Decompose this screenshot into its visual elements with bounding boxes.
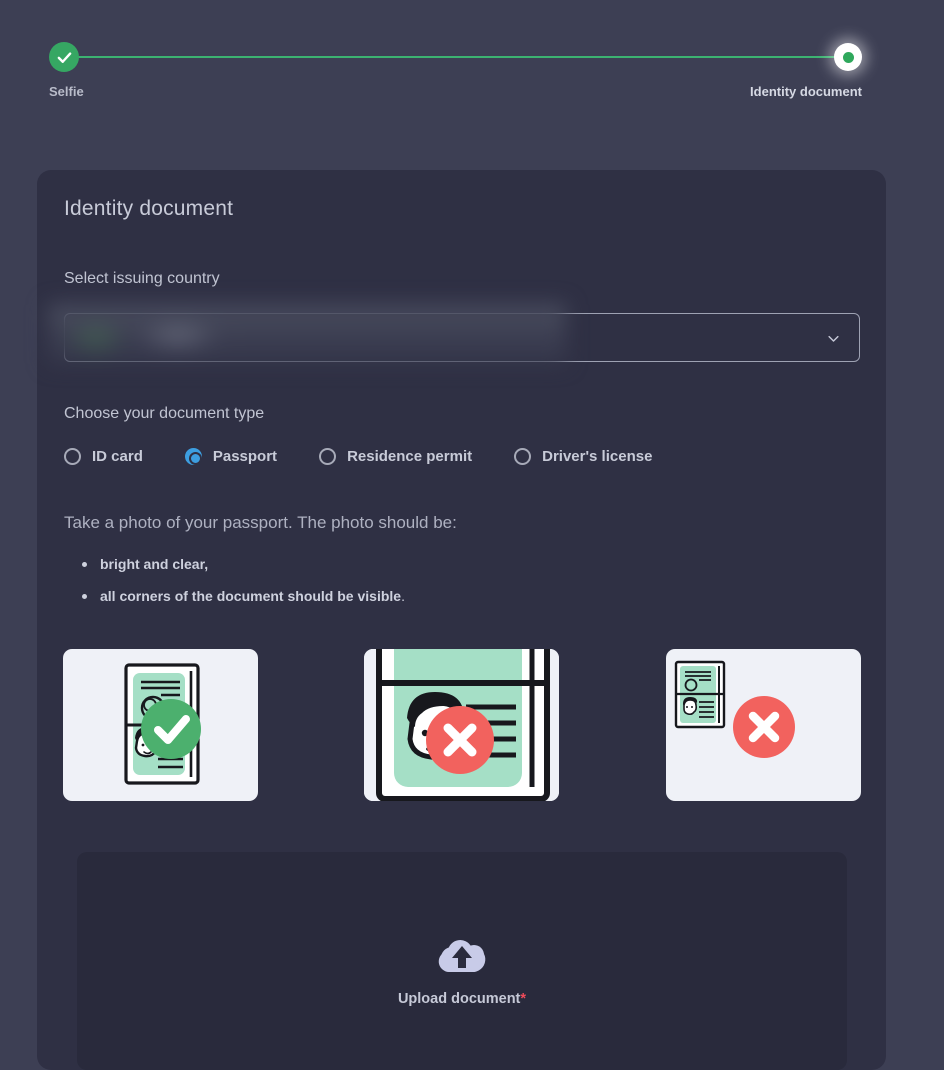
redaction-blur-overlay bbox=[48, 304, 566, 364]
radio-label: Passport bbox=[212, 448, 278, 465]
good-example-illustration bbox=[124, 663, 201, 785]
example-card-too-far bbox=[666, 649, 861, 801]
list-item: bright and clear, bbox=[78, 556, 405, 572]
chevron-down-icon[interactable] bbox=[826, 331, 841, 346]
cloud-upload-icon bbox=[435, 934, 489, 976]
upload-label-text: Upload document bbox=[397, 991, 521, 1007]
bullet-text: bright and clear, bbox=[100, 556, 209, 572]
radio-mark[interactable] bbox=[319, 448, 337, 465]
upload-dropzone[interactable]: Upload document* bbox=[77, 852, 847, 1070]
example-card-too-close bbox=[364, 649, 559, 801]
radio-label: Driver's license bbox=[542, 448, 653, 465]
stepper-label-selfie: Selfie bbox=[49, 84, 84, 99]
dot-icon bbox=[834, 43, 862, 71]
too-far-example-illustration bbox=[674, 660, 795, 758]
radio-option-passport[interactable]: Passport bbox=[184, 448, 278, 465]
document-type-label: Choose your document type bbox=[64, 405, 265, 422]
bullet-text: all corners of the document should be vi… bbox=[100, 588, 402, 604]
radio-mark[interactable] bbox=[64, 448, 81, 465]
stepper-label-identity-document: Identity document bbox=[750, 84, 862, 99]
document-type-radio-group: ID card Passport Residence permit Driver… bbox=[64, 448, 652, 465]
radio-mark-selected[interactable] bbox=[184, 448, 202, 465]
example-card-good bbox=[63, 649, 258, 801]
check-icon bbox=[49, 42, 79, 72]
radio-option-id-card[interactable]: ID card bbox=[64, 448, 143, 465]
radio-mark[interactable] bbox=[514, 448, 532, 465]
radio-label: Residence permit bbox=[347, 448, 473, 465]
list-item: all corners of the document should be vi… bbox=[78, 588, 405, 604]
radio-option-residence-permit[interactable]: Residence permit bbox=[319, 448, 472, 465]
country-field-label: Select issuing country bbox=[64, 270, 220, 287]
dropzone-content: Upload document* bbox=[77, 934, 847, 1007]
progress-stepper: Selfie Identity document bbox=[49, 40, 862, 110]
required-marker: * bbox=[520, 991, 527, 1007]
radio-option-drivers-license[interactable]: Driver's license bbox=[514, 448, 652, 465]
too-close-example-illustration bbox=[376, 649, 550, 801]
issuing-country-select[interactable] bbox=[48, 304, 860, 364]
upload-label: Upload document* bbox=[77, 991, 847, 1007]
instructions-intro: Take a photo of your passport. The photo… bbox=[64, 513, 457, 532]
instructions-list: bright and clear, all corners of the doc… bbox=[78, 556, 405, 620]
example-photos bbox=[63, 649, 861, 801]
radio-label: ID card bbox=[92, 448, 143, 465]
page-title: Identity document bbox=[64, 197, 234, 220]
stepper-track bbox=[78, 56, 848, 58]
bullet-text-plain: . bbox=[401, 588, 405, 604]
